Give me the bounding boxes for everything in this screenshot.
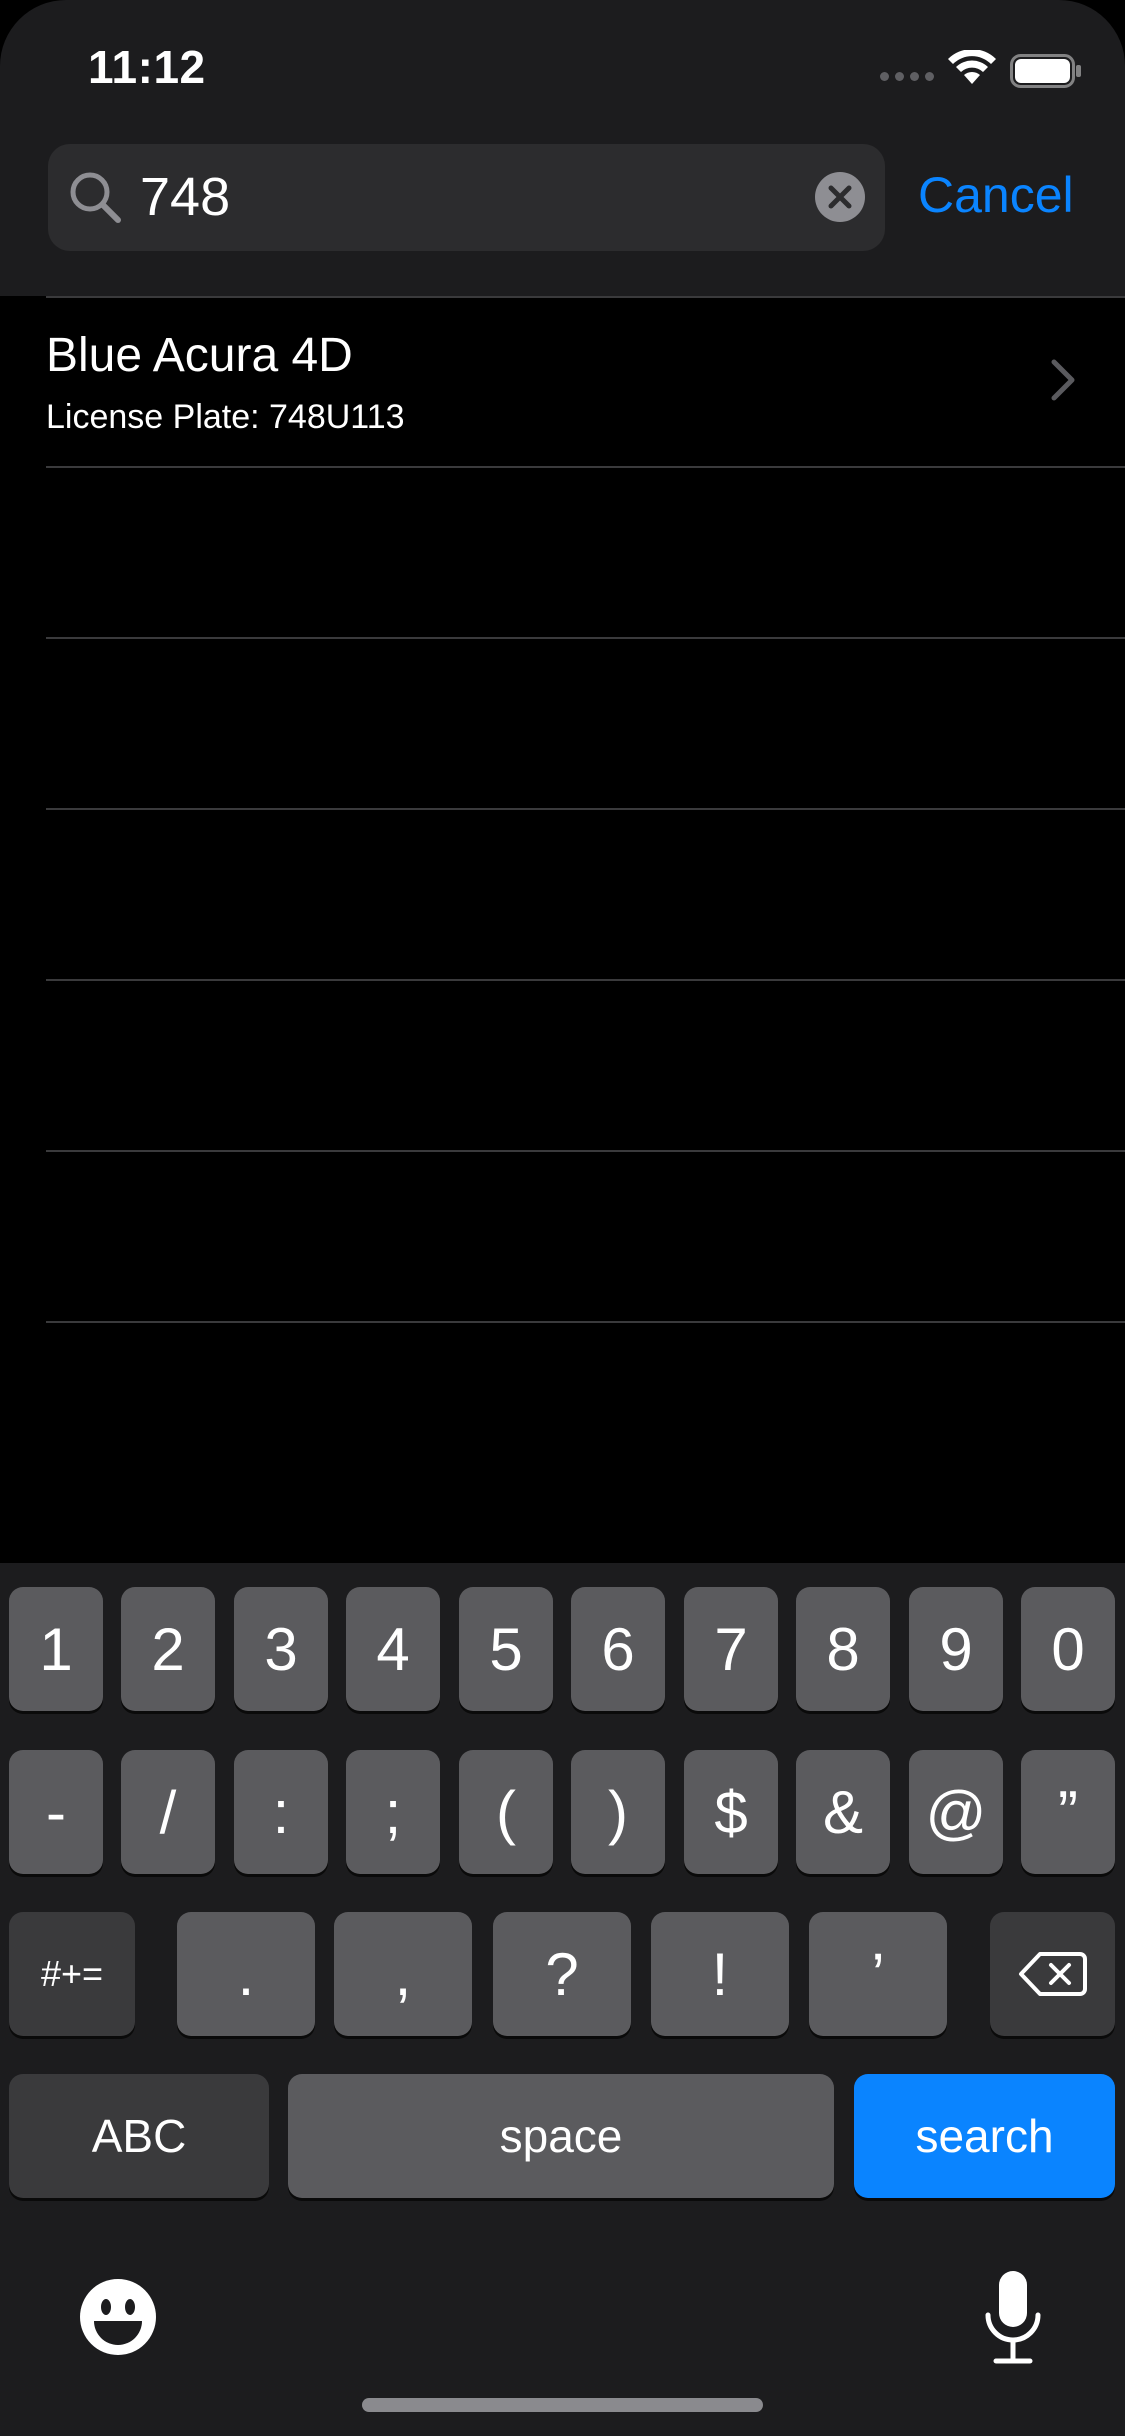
- backspace-key[interactable]: [990, 1912, 1115, 2036]
- key-label: space: [499, 2110, 623, 2162]
- key-open-paren[interactable]: (: [459, 1750, 553, 1874]
- search-query[interactable]: 748: [140, 166, 230, 228]
- key-dollar[interactable]: $: [684, 1750, 778, 1874]
- key-5[interactable]: 5: [459, 1587, 553, 1711]
- search-key[interactable]: search: [854, 2074, 1115, 2198]
- abc-key[interactable]: ABC: [9, 2074, 269, 2198]
- key-label: ’: [871, 1940, 885, 2008]
- key-label: @: [925, 1778, 987, 1846]
- key-label: (: [496, 1778, 516, 1846]
- key-label: 1: [39, 1615, 73, 1683]
- key-label: -: [46, 1778, 66, 1846]
- key-semicolon[interactable]: ;: [346, 1750, 440, 1874]
- key-label: 6: [601, 1615, 635, 1683]
- search-icon: [70, 172, 121, 223]
- key-label: ABC: [91, 2110, 187, 2162]
- key-exclamation[interactable]: !: [651, 1912, 789, 2036]
- key-at[interactable]: @: [909, 1750, 1003, 1874]
- row-separator: [46, 637, 1125, 639]
- key-hyphen[interactable]: -: [9, 1750, 103, 1874]
- clear-icon[interactable]: [815, 172, 865, 222]
- key-3[interactable]: 3: [234, 1587, 328, 1711]
- key-comma[interactable]: ,: [334, 1912, 472, 2036]
- key-0[interactable]: 0: [1021, 1587, 1115, 1711]
- key-ampersand[interactable]: &: [796, 1750, 890, 1874]
- key-period[interactable]: .: [177, 1912, 315, 2036]
- key-label: ;: [384, 1778, 402, 1846]
- key-label: &: [822, 1778, 864, 1846]
- key-1[interactable]: 1: [9, 1587, 103, 1711]
- key-label: 8: [826, 1615, 860, 1683]
- key-2[interactable]: 2: [121, 1587, 215, 1711]
- key-label: ?: [545, 1940, 579, 2008]
- key-colon[interactable]: :: [234, 1750, 328, 1874]
- key-6[interactable]: 6: [571, 1587, 665, 1711]
- key-quote[interactable]: ”: [1021, 1750, 1115, 1874]
- row-separator: [46, 1321, 1125, 1323]
- key-8[interactable]: 8: [796, 1587, 890, 1711]
- key-label: :: [272, 1778, 290, 1846]
- row-separator: [46, 466, 1125, 468]
- row-separator: [46, 808, 1125, 810]
- key-7[interactable]: 7: [684, 1587, 778, 1711]
- key-label: ”: [1058, 1778, 1078, 1846]
- chevron-right-icon: [1051, 359, 1075, 401]
- key-label: 2: [151, 1615, 185, 1683]
- row-separator: [46, 1150, 1125, 1152]
- microphone-icon[interactable]: [982, 2269, 1044, 2369]
- wifi-icon: [948, 50, 996, 84]
- result-title: Blue Acura 4D: [46, 329, 353, 382]
- key-slash[interactable]: /: [121, 1750, 215, 1874]
- key-label: $: [714, 1778, 748, 1846]
- key-label: /: [159, 1778, 177, 1846]
- key-label: !: [711, 1940, 729, 2008]
- backspace-icon: [1018, 1952, 1087, 1996]
- symbols-toggle-key[interactable]: #+=: [9, 1912, 135, 2036]
- emoji-icon[interactable]: [78, 2277, 158, 2357]
- search-header: 11:12 748 Cancel: [0, 0, 1125, 296]
- home-indicator[interactable]: [362, 2398, 763, 2412]
- key-label: 0: [1051, 1615, 1085, 1683]
- space-key[interactable]: space: [288, 2074, 834, 2198]
- key-label: 9: [939, 1615, 973, 1683]
- key-label: ): [608, 1778, 628, 1846]
- search-input[interactable]: 748: [48, 144, 885, 251]
- result-subtitle: License Plate: 748U113: [46, 398, 405, 436]
- key-apostrophe[interactable]: ’: [809, 1912, 947, 2036]
- key-label: 5: [489, 1615, 523, 1683]
- key-label: #+=: [40, 1953, 104, 1994]
- signal-icon: [880, 72, 936, 84]
- result-row[interactable]: Blue Acura 4D License Plate: 748U113: [0, 296, 1125, 466]
- key-label: 4: [376, 1615, 410, 1683]
- key-label: search: [915, 2110, 1054, 2162]
- key-close-paren[interactable]: ): [571, 1750, 665, 1874]
- key-label: 3: [264, 1615, 298, 1683]
- key-label: 7: [714, 1615, 748, 1683]
- status-time: 11:12: [88, 41, 206, 93]
- key-question[interactable]: ?: [493, 1912, 631, 2036]
- screen: 11:12 748 Cancel Blue Acura 4D License P…: [0, 0, 1125, 2436]
- cancel-button[interactable]: Cancel: [918, 160, 1074, 230]
- key-9[interactable]: 9: [909, 1587, 1003, 1711]
- row-separator: [46, 979, 1125, 981]
- key-4[interactable]: 4: [346, 1587, 440, 1711]
- battery-icon: [1010, 54, 1081, 88]
- keyboard: 1 2 3 4 5 6 7 8 9 0 - / : ; ( ) $ & @ ” …: [0, 1563, 1125, 2436]
- key-label: .: [237, 1940, 255, 2008]
- key-label: ,: [394, 1940, 412, 2008]
